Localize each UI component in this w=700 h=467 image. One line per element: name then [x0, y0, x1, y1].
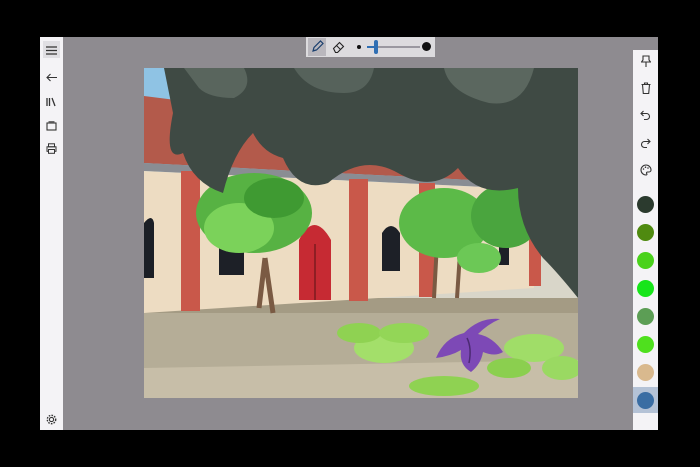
pencil-icon: [311, 38, 324, 57]
large-size-dot: [422, 42, 431, 51]
color-swatch-2[interactable]: [633, 219, 658, 245]
left-nav-rail: [40, 37, 63, 430]
swatch-dot: [637, 391, 654, 409]
swatch-dot: [637, 307, 654, 325]
colored-artwork: [144, 68, 578, 398]
pencil-tool-button[interactable]: [308, 38, 326, 56]
swatch-dot: [637, 279, 654, 297]
color-swatch-6[interactable]: [633, 331, 658, 357]
gallery-icon: [46, 116, 57, 135]
trash-icon: [641, 79, 651, 98]
coloring-canvas[interactable]: [144, 68, 578, 398]
color-palette-icon: [640, 161, 652, 180]
swatch-dot: [637, 335, 654, 353]
menu-button[interactable]: [43, 41, 60, 58]
undo-button[interactable]: [636, 106, 655, 125]
undo-icon: [640, 106, 651, 125]
drawing-toolbar: [306, 37, 435, 57]
print-icon: [46, 139, 57, 158]
settings-gear-icon: [46, 410, 57, 429]
coloring-app-window: [40, 37, 658, 430]
brush-size-slider[interactable]: [367, 40, 420, 54]
library-button[interactable]: [43, 93, 60, 110]
swatch-dot: [637, 195, 654, 213]
color-swatch-1[interactable]: [633, 191, 658, 217]
settings-button[interactable]: [43, 411, 60, 428]
slider-fill: [367, 46, 374, 48]
slider-thumb[interactable]: [374, 40, 378, 54]
swatch-dot: [637, 223, 654, 241]
pin-icon: [639, 52, 652, 71]
color-swatch-5[interactable]: [633, 303, 658, 329]
print-button[interactable]: [43, 140, 60, 157]
gallery-button[interactable]: [43, 117, 60, 134]
color-picker-button[interactable]: [636, 161, 655, 180]
swatch-dot: [637, 363, 654, 381]
back-button[interactable]: [43, 68, 60, 85]
redo-button[interactable]: [636, 134, 655, 153]
clear-button[interactable]: [636, 79, 655, 98]
color-swatch-3[interactable]: [633, 247, 658, 273]
eraser-tool-button[interactable]: [329, 38, 347, 56]
color-swatch-8[interactable]: [633, 387, 658, 413]
color-swatch-7[interactable]: [633, 359, 658, 385]
back-arrow-icon: [46, 67, 57, 86]
small-size-dot: [357, 45, 361, 49]
color-swatch-4[interactable]: [633, 275, 658, 301]
hamburger-menu-icon: [46, 40, 57, 59]
pin-button[interactable]: [636, 52, 655, 71]
redo-icon: [640, 134, 651, 153]
right-tool-rail: [633, 50, 658, 430]
swatch-dot: [637, 251, 654, 269]
eraser-icon: [332, 38, 345, 57]
library-icon: [46, 92, 57, 111]
